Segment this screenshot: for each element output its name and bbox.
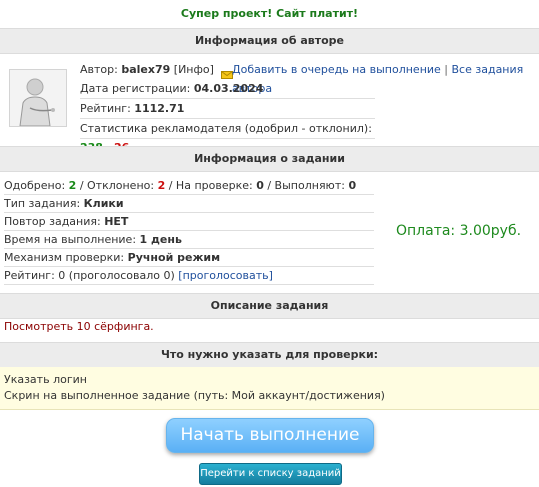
author-info: Автор: balex79 [Инфо] Добавить в очередь… bbox=[0, 56, 539, 154]
executing-count: 0 bbox=[348, 179, 357, 192]
task-page: Супер проект! Сайт платит! Информация об… bbox=[0, 0, 539, 487]
author-label: Автор: bbox=[80, 63, 118, 76]
task-rating-row: Рейтинг: 0 (проголосовало 0) [проголосов… bbox=[4, 267, 374, 285]
task-time-row: Время на выполнение: 1 день bbox=[4, 231, 374, 249]
rejected-label: / Отклонено: bbox=[79, 179, 155, 192]
task-type-row: Тип задания: Клики bbox=[4, 195, 374, 213]
vote-link[interactable]: [проголосовать] bbox=[178, 269, 273, 282]
author-avatar bbox=[9, 69, 67, 127]
task-time-label: Время на выполнение: bbox=[4, 233, 137, 246]
go-to-task-list-button[interactable]: Перейти к списку заданий bbox=[199, 463, 342, 485]
task-repeat-label: Повтор задания: bbox=[4, 215, 101, 228]
check-mechanism-row: Механизм проверки: Ручной режим bbox=[4, 249, 374, 267]
approved-label: Одобрено: bbox=[4, 179, 66, 192]
payment-amount: Оплата: 3.00руб. bbox=[396, 223, 522, 239]
approved-count: 2 bbox=[68, 179, 77, 192]
start-task-button[interactable]: Начать выполнение bbox=[166, 418, 374, 453]
registration-date: 04.03.2024 bbox=[193, 82, 264, 95]
check-requirement-login: Указать логин bbox=[4, 373, 87, 386]
task-counts-row: Одобрено: 2 / Отклонено: 2 / На проверке… bbox=[4, 177, 374, 195]
task-type-label: Тип задания: bbox=[4, 197, 81, 210]
check-requirement-screenshot: Скрин на выполненное задание (путь: Мой … bbox=[4, 389, 385, 402]
check-mechanism-value: Ручной режим bbox=[127, 251, 221, 264]
rating-row: Рейтинг: 1112.71 bbox=[80, 99, 375, 119]
review-label: / На проверке: bbox=[168, 179, 253, 192]
check-requirements: Указать логин Скрин на выполненное задан… bbox=[0, 367, 539, 410]
task-description: Посмотреть 10 сёрфинга. bbox=[4, 320, 154, 333]
link-separator: | bbox=[444, 63, 449, 76]
task-type-value: Клики bbox=[83, 197, 124, 210]
author-section-header: Информация об авторе bbox=[0, 28, 539, 54]
rating-value: 1112.71 bbox=[134, 102, 185, 115]
advertiser-stats-row: Статистика рекламодателя (одобрил - откл… bbox=[80, 119, 375, 154]
author-name: balex79 bbox=[121, 63, 171, 76]
stats-label: Статистика рекламодателя (одобрил - откл… bbox=[80, 122, 372, 135]
rejected-count: 2 bbox=[157, 179, 166, 192]
task-info: Одобрено: 2 / Отклонено: 2 / На проверке… bbox=[0, 176, 539, 288]
task-repeat-row: Повтор задания: НЕТ bbox=[4, 213, 374, 231]
check-section-header: Что нужно указать для проверки: bbox=[0, 342, 539, 368]
executing-label: / Выполняют: bbox=[267, 179, 345, 192]
avatar-silhouette-icon bbox=[10, 70, 66, 126]
description-section-header: Описание задания bbox=[0, 293, 539, 319]
add-to-queue-link[interactable]: Добавить в очередь на выполнение bbox=[232, 63, 441, 76]
check-mechanism-label: Механизм проверки: bbox=[4, 251, 125, 264]
author-info-link[interactable]: [Инфо] bbox=[174, 63, 214, 76]
task-section-header: Информация о задании bbox=[0, 146, 539, 172]
registration-label: Дата регистрации: bbox=[80, 82, 191, 95]
task-repeat-value: НЕТ bbox=[104, 215, 129, 228]
registration-row: Дата регистрации: 04.03.2024 bbox=[80, 79, 375, 99]
page-title: Супер проект! Сайт платит! bbox=[180, 7, 359, 20]
rating-label: Рейтинг: bbox=[80, 102, 131, 115]
review-count: 0 bbox=[256, 179, 264, 192]
task-rating-text: Рейтинг: 0 (проголосовало 0) bbox=[4, 269, 175, 282]
task-time-value: 1 день bbox=[139, 233, 182, 246]
author-row: Автор: balex79 [Инфо] Добавить в очередь… bbox=[80, 60, 530, 95]
